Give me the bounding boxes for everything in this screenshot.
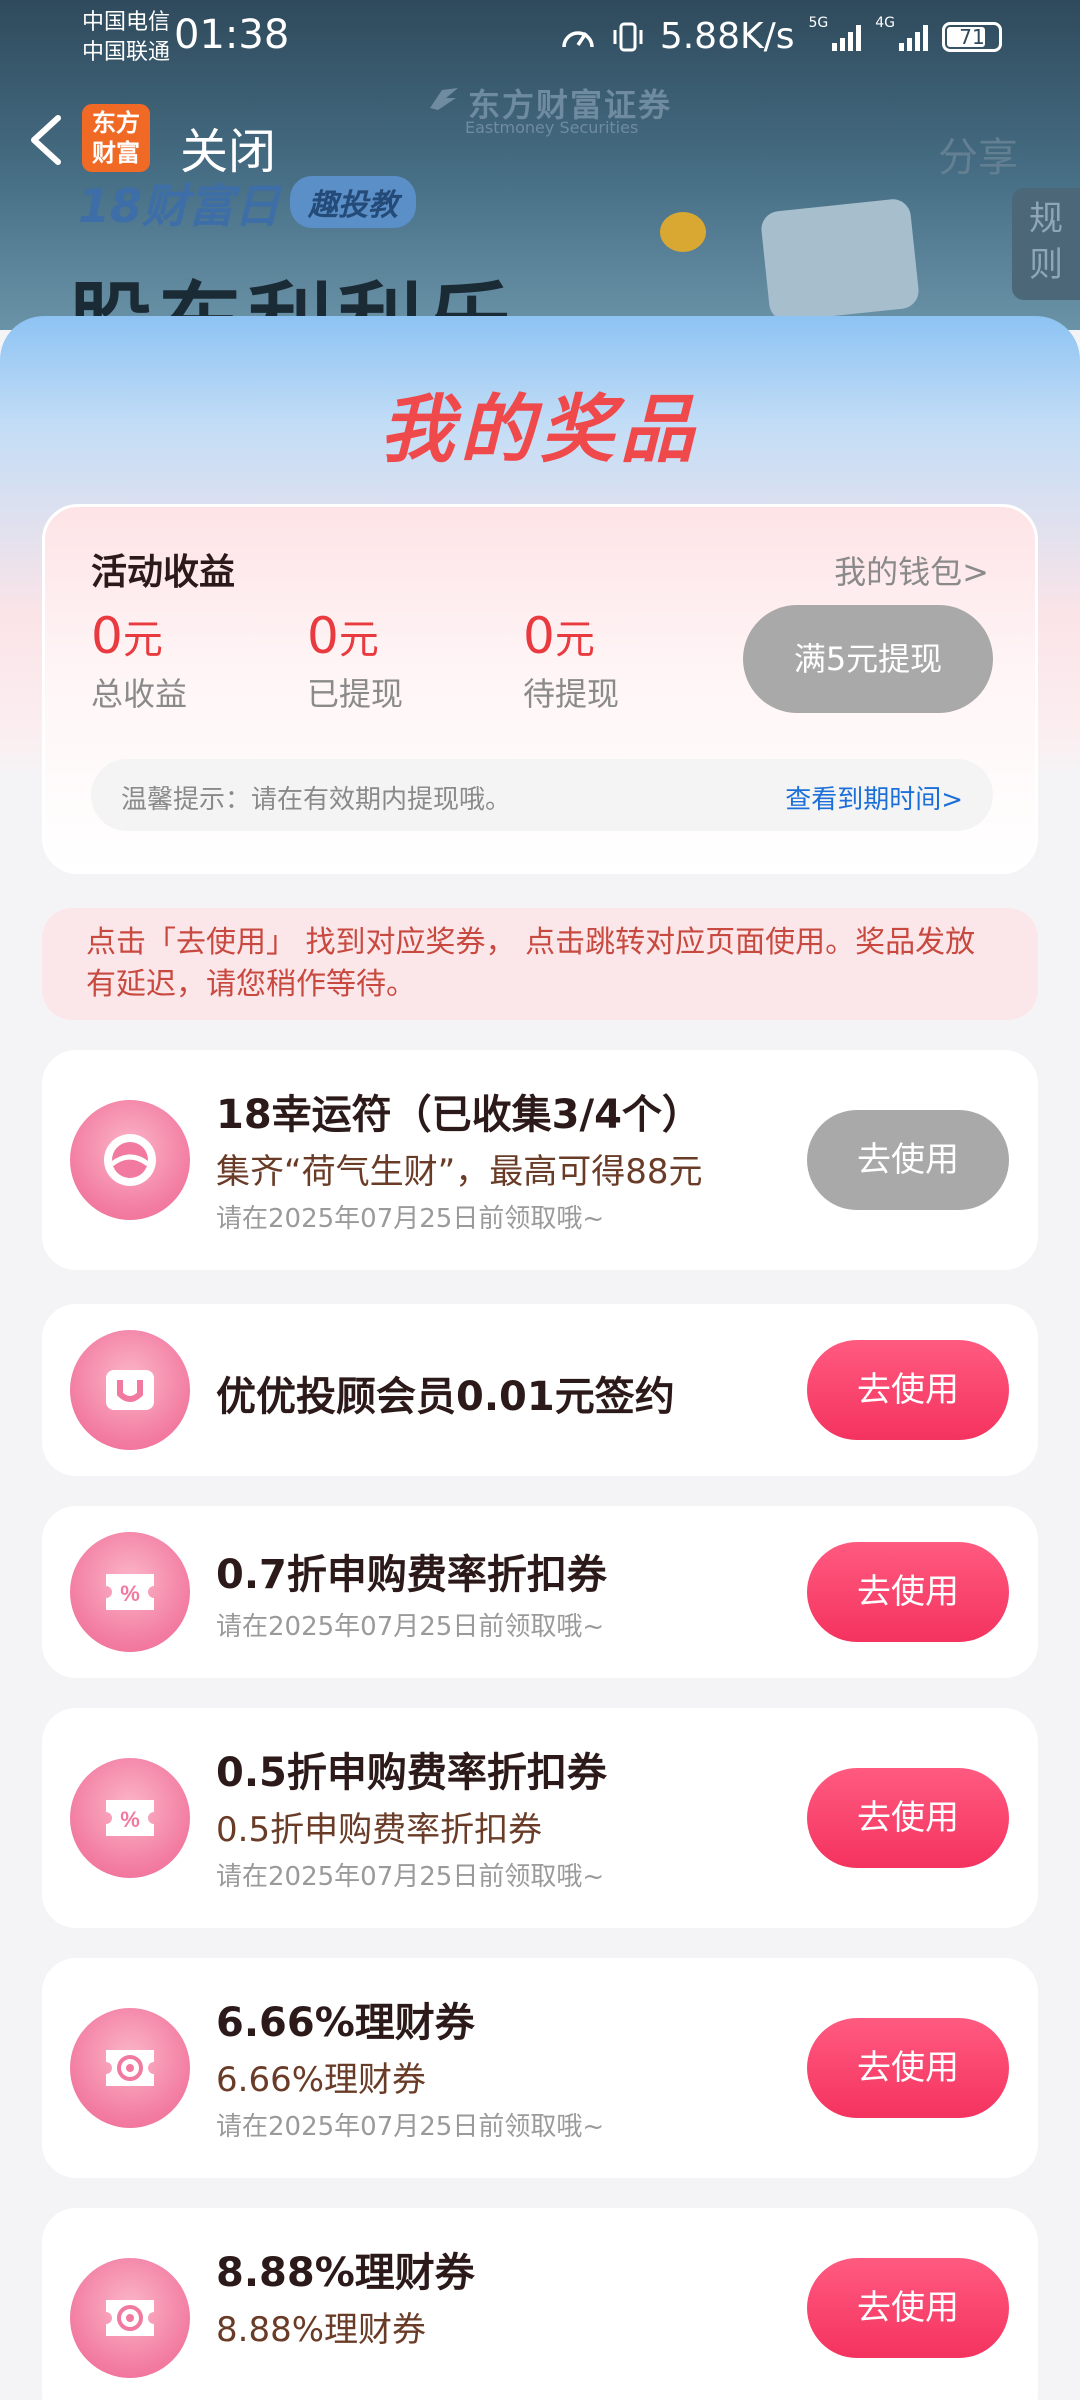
stat-total: 0元 总收益	[91, 607, 187, 715]
stat-pending-value: 0	[523, 607, 555, 665]
brand-logo-icon	[430, 88, 458, 110]
stat-pending: 0元 待提现	[523, 607, 619, 715]
speedometer-icon	[562, 30, 594, 47]
prize-expiry: 请在2025年07月25日前领取哦~	[216, 2112, 605, 2142]
percent-coupon-icon: %	[70, 1532, 190, 1652]
prize-card: 优优投顾会员0.01元签约 去使用	[42, 1304, 1038, 1476]
status-icons: 5.88K/s 5G 4G 71	[560, 14, 1002, 57]
svg-text:%: %	[120, 1581, 140, 1606]
signal-icon	[832, 23, 862, 51]
status-bar: 中国电信 中国联通 01:38 5.88K/s 5G 4G 71	[0, 0, 1080, 76]
brand-name-en: Eastmoney Securities	[465, 118, 639, 137]
stat-unit: 元	[338, 617, 379, 663]
prize-title: 优优投顾会员0.01元签约	[216, 1374, 675, 1420]
vibrate-icon	[613, 22, 643, 51]
use-button[interactable]: 去使用	[807, 1340, 1009, 1440]
campaign-tag: 趣投教	[290, 176, 416, 228]
prize-title: 0.7折申购费率折扣券	[216, 1552, 607, 1598]
percent-coupon-icon: %	[70, 1758, 190, 1878]
prize-title: 8.88%理财券	[216, 2250, 475, 2296]
rules-button[interactable]: 规则	[1012, 188, 1080, 300]
stat-withdrawn-value: 0	[307, 607, 339, 665]
earnings-card: 活动收益 我的钱包> 0元 总收益 0元 已提现 0元 待提现 满5元提现 温馨…	[42, 504, 1038, 874]
use-button[interactable]: 去使用	[807, 1768, 1009, 1868]
use-button[interactable]: 去使用	[807, 2018, 1009, 2118]
use-button[interactable]: 去使用	[807, 1542, 1009, 1642]
battery-level: 71	[959, 24, 985, 49]
stat-unit: 元	[554, 617, 595, 663]
network-speed: 5.88K/s	[659, 16, 795, 57]
carrier-info: 中国电信 中国联通	[82, 8, 170, 68]
vip-ticket-icon	[70, 1330, 190, 1450]
back-arrow-icon[interactable]	[26, 112, 66, 168]
app-logo-text: 东方财富	[92, 109, 140, 167]
use-button[interactable]: 去使用	[807, 2258, 1009, 2358]
eastmoney-badge-icon	[70, 1100, 190, 1220]
stat-total-value: 0	[91, 607, 123, 665]
share-button[interactable]: 分享	[938, 125, 1018, 183]
tip-bar: 温馨提示：请在有效期内提现哦。 查看到期时间>	[91, 759, 993, 831]
coin-icon	[660, 212, 706, 252]
prize-panel: 我的奖品 活动收益 我的钱包> 0元 总收益 0元 已提现 0元 待提现 满5元…	[0, 316, 1080, 2400]
prize-subtitle: 8.88%理财券	[216, 2310, 427, 2350]
prize-expiry: 请在2025年07月25日前领取哦~	[216, 1612, 605, 1642]
close-button[interactable]: 关闭	[180, 112, 276, 182]
usage-notice: 点击「去使用」 找到对应奖券， 点击跳转对应页面使用。奖品发放有延迟，请您稍作等…	[42, 908, 1038, 1020]
stat-unit: 元	[122, 617, 163, 663]
stat-total-label: 总收益	[91, 675, 188, 713]
prize-card: 6.66%理财券 6.66%理财券 请在2025年07月25日前领取哦~ 去使用	[42, 1958, 1038, 2178]
battery-icon: 71	[942, 21, 1002, 52]
earnings-title: 活动收益	[91, 552, 236, 593]
net-type-2: 4G	[875, 14, 895, 31]
prize-expiry: 请在2025年07月25日前领取哦~	[216, 1204, 605, 1234]
stat-withdrawn: 0元 已提现	[307, 607, 403, 715]
net-type-1: 5G	[808, 14, 829, 31]
stat-pending-label: 待提现	[523, 675, 620, 713]
wallet-link[interactable]: 我的钱包>	[834, 547, 989, 593]
carrier-1: 中国电信	[82, 10, 171, 35]
prize-card: 18幸运符（已收集3/4个） 集齐“荷气生财”，最高可得88元 请在2025年0…	[42, 1050, 1038, 1270]
use-button[interactable]: 去使用	[807, 1110, 1009, 1210]
prize-card: % 0.5折申购费率折扣券 0.5折申购费率折扣券 请在2025年07月25日前…	[42, 1708, 1038, 1928]
prize-expiry: 请在2025年07月25日前领取哦~	[216, 1862, 605, 1892]
expiry-time-link[interactable]: 查看到期时间>	[785, 779, 963, 816]
prize-subtitle: 6.66%理财券	[216, 2060, 427, 2100]
withdraw-button[interactable]: 满5元提现	[743, 605, 993, 713]
prize-title: 6.66%理财券	[216, 2000, 475, 2046]
carrier-2: 中国联通	[82, 40, 171, 65]
tip-text: 温馨提示：请在有效期内提现哦。	[121, 785, 512, 815]
prize-title: 0.5折申购费率折扣券	[216, 1750, 607, 1796]
prize-subtitle: 0.5折申购费率折扣券	[216, 1810, 543, 1850]
gift-box-icon	[759, 197, 921, 323]
stat-withdrawn-label: 已提现	[307, 675, 404, 713]
target-coupon-icon	[70, 2008, 190, 2128]
prize-subtitle: 集齐“荷气生财”，最高可得88元	[216, 1152, 703, 1192]
target-coupon-icon	[70, 2258, 190, 2378]
signal-icon	[899, 23, 928, 51]
prize-card: 8.88%理财券 8.88%理财券 去使用	[42, 2208, 1038, 2400]
rules-label: 规则	[1029, 199, 1063, 285]
app-logo: 东方财富	[82, 104, 150, 172]
prize-card: % 0.7折申购费率折扣券 请在2025年07月25日前领取哦~ 去使用	[42, 1506, 1038, 1678]
svg-text:%: %	[120, 1807, 140, 1832]
panel-title: 我的奖品	[380, 387, 700, 473]
prize-title: 18幸运符（已收集3/4个）	[216, 1092, 702, 1138]
clock: 01:38	[174, 12, 290, 58]
